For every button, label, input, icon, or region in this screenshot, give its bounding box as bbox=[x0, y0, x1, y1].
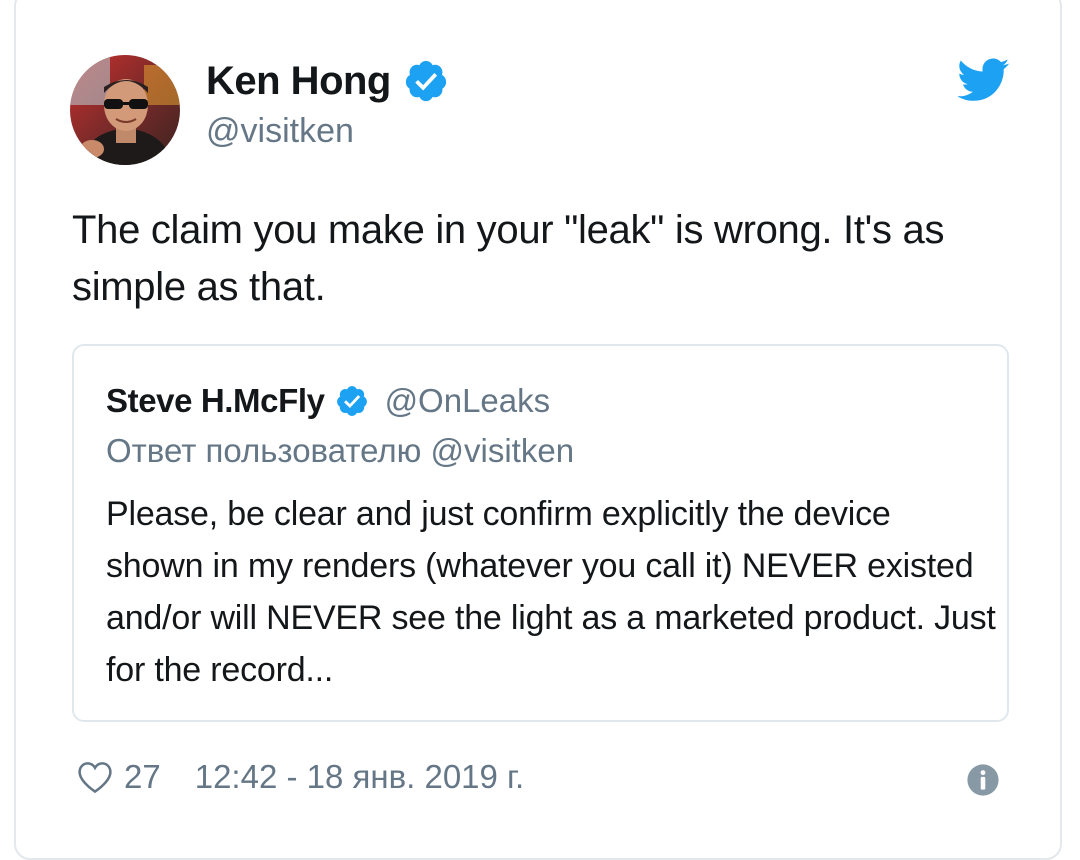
author-handle[interactable]: @visitken bbox=[206, 112, 354, 151]
like-count[interactable]: 27 bbox=[124, 758, 161, 796]
verified-badge-icon bbox=[336, 386, 367, 416]
tweet-timestamp[interactable]: 12:42 - 18 янв. 2019 г. bbox=[195, 758, 525, 796]
quoted-tweet-text: Please, be clear and just confirm explic… bbox=[106, 495, 996, 689]
tweet-footer: 27 12:42 - 18 янв. 2019 г. bbox=[76, 758, 524, 796]
verified-badge-icon bbox=[405, 60, 446, 102]
author-avatar[interactable] bbox=[70, 55, 180, 165]
twitter-bird-icon[interactable] bbox=[958, 58, 1010, 102]
tweet-text: The claim you make in your "leak" is wro… bbox=[72, 208, 945, 309]
avatar-photo bbox=[70, 55, 180, 165]
quoted-tweet[interactable]: Steve H.McFly @OnLeaks Ответ пользовател… bbox=[72, 344, 1009, 722]
quoted-author-name: Steve H.McFly bbox=[106, 382, 325, 419]
quoted-author-handle: @OnLeaks bbox=[384, 382, 551, 419]
heart-icon[interactable] bbox=[76, 758, 114, 796]
reply-to-label: Ответ пользователю @visitken bbox=[106, 432, 575, 469]
info-icon[interactable] bbox=[966, 763, 1000, 797]
author-name[interactable]: Ken Hong bbox=[206, 59, 391, 104]
